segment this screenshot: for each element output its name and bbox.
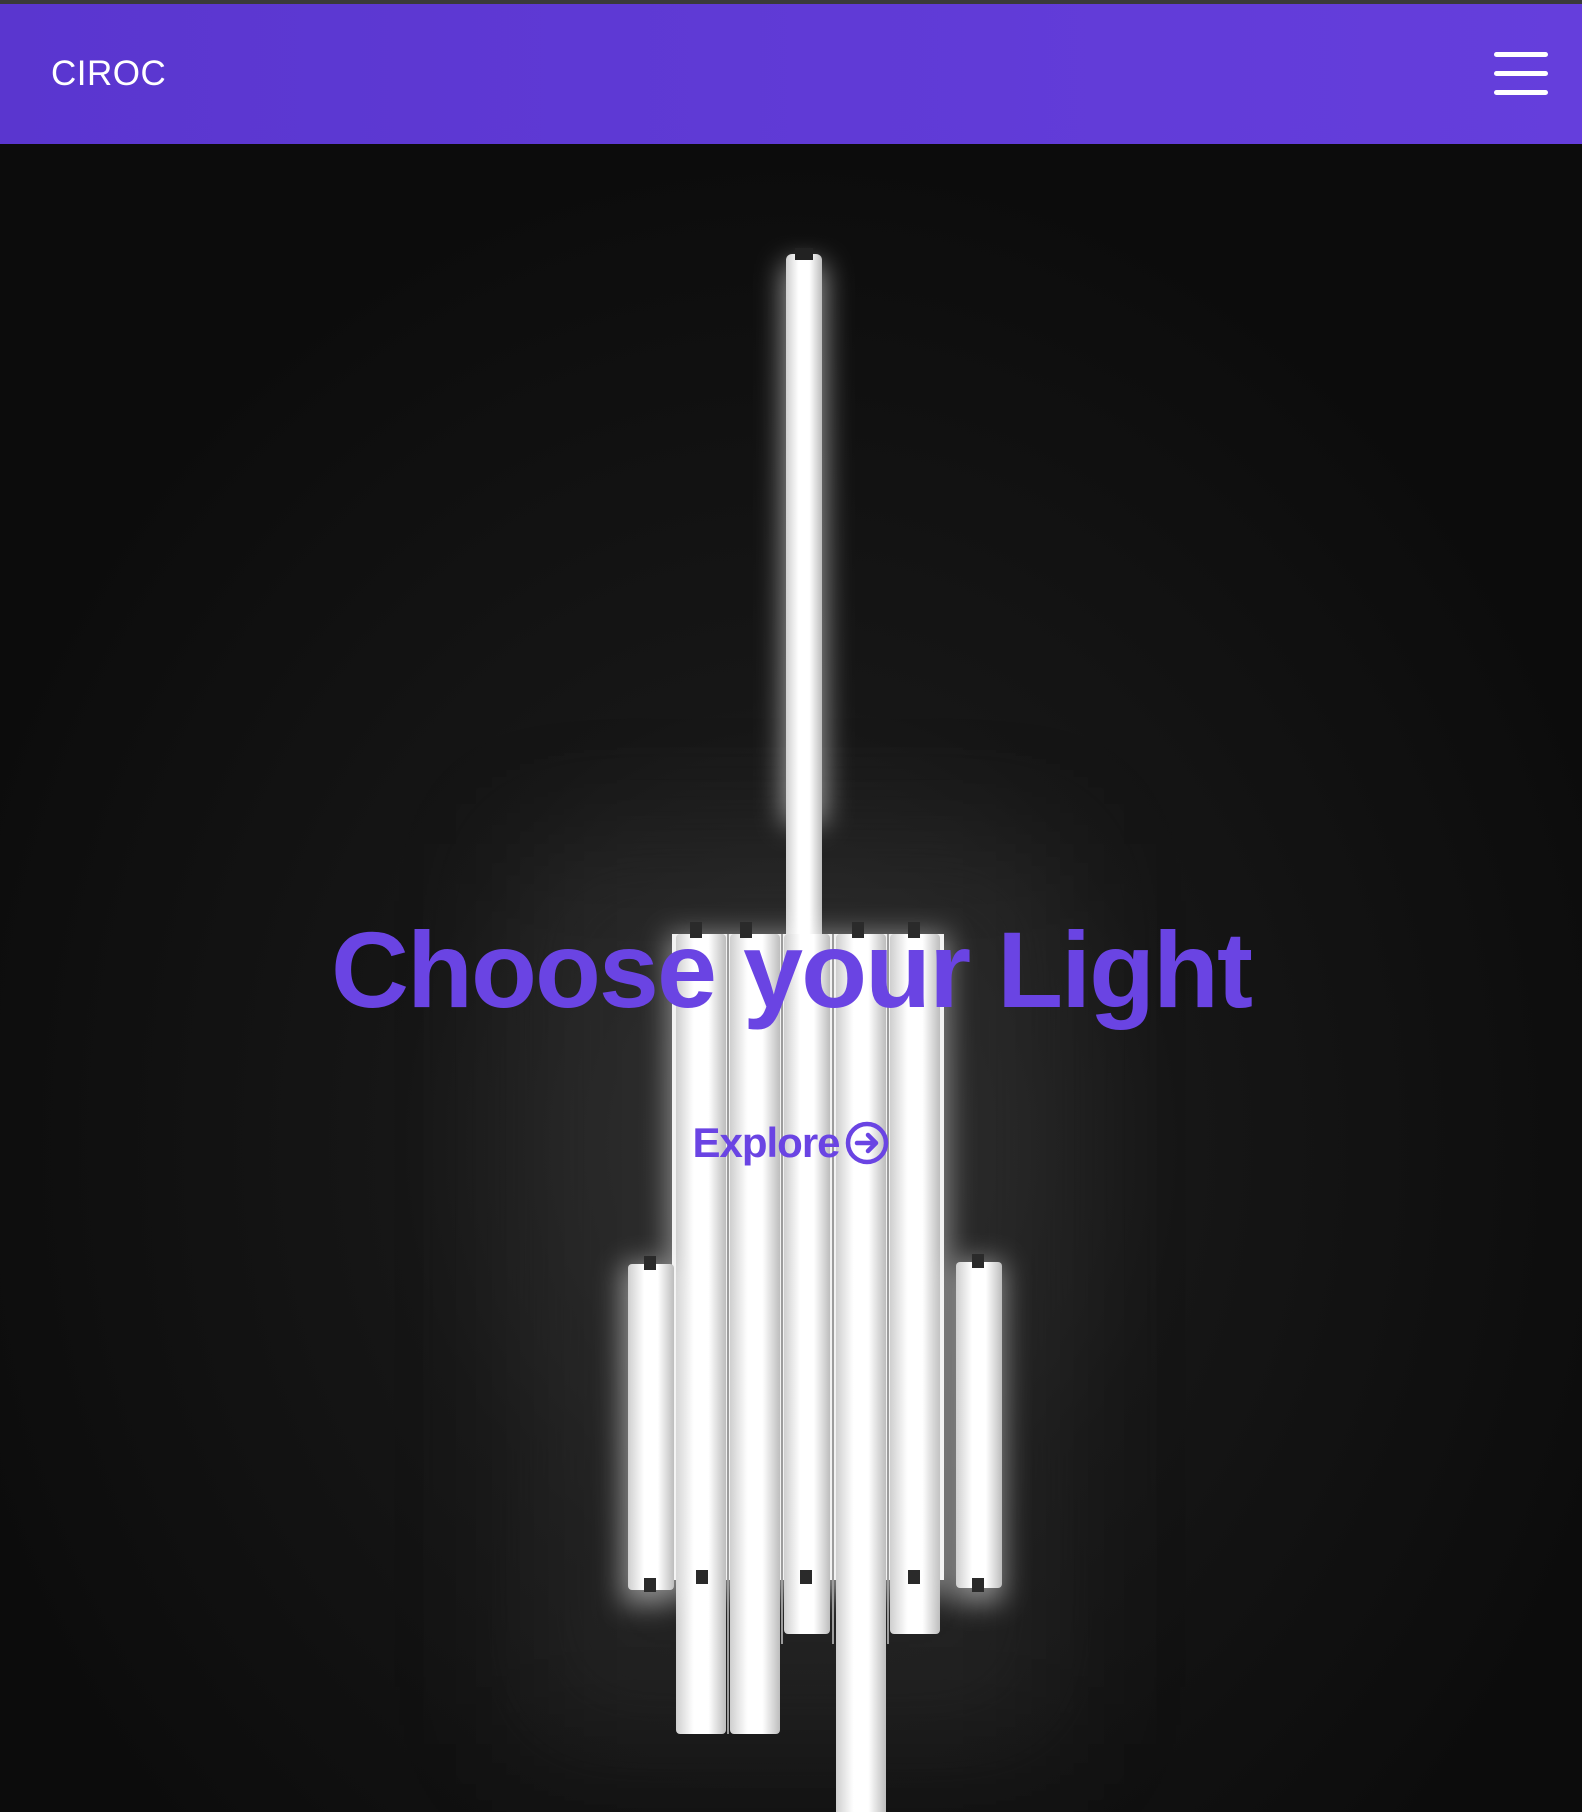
explore-button[interactable]: Explore [0, 1119, 1582, 1167]
menu-bar-bottom [1494, 90, 1548, 95]
arrow-right-circle-icon [844, 1120, 890, 1166]
brand-logo[interactable]: CIROC [51, 54, 166, 94]
explore-label: Explore [692, 1119, 840, 1166]
hamburger-menu-icon[interactable] [1494, 52, 1548, 96]
menu-bar-middle [1494, 71, 1548, 76]
hero-section: Choose your Light Explore [0, 144, 1582, 1812]
hero-title: Choose your Light [331, 909, 1253, 1030]
menu-bar-top [1494, 52, 1548, 57]
navbar: CIROC [0, 4, 1582, 144]
